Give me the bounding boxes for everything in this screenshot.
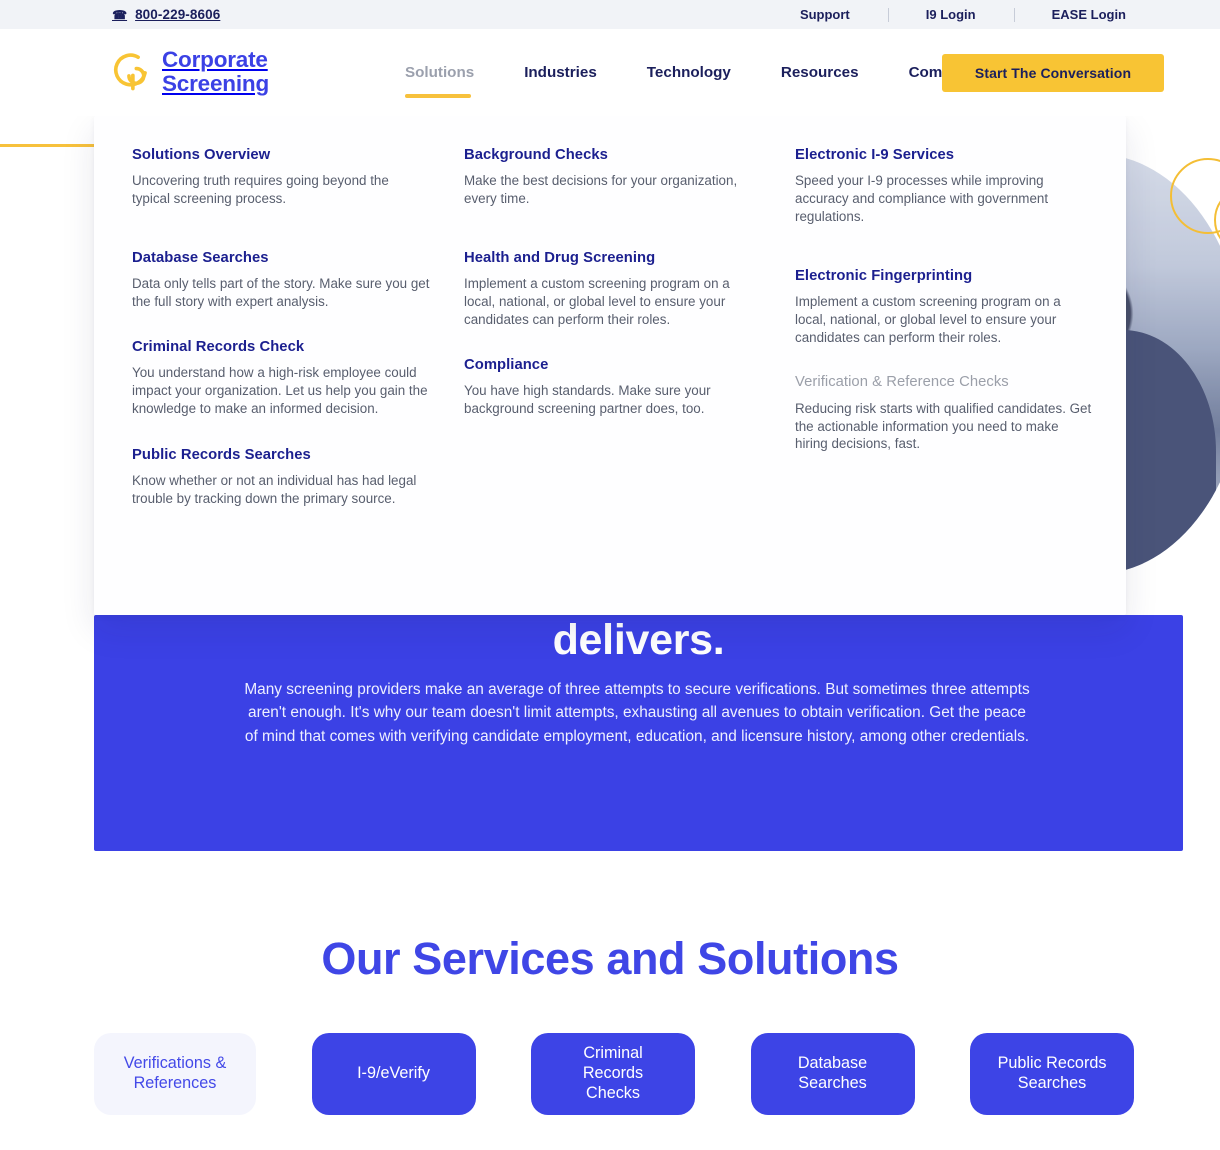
nav-item-solutions[interactable]: Solutions bbox=[380, 29, 499, 116]
mega-item-description: Speed your I-9 processes while improving… bbox=[795, 173, 1049, 224]
services-pill-row: Verifications & References I-9/eVerify C… bbox=[94, 1033, 1134, 1115]
mega-item-title: Electronic Fingerprinting bbox=[795, 267, 973, 284]
mega-item-description: Make the best decisions for your organiz… bbox=[464, 173, 738, 207]
top-utility-links: Support I9 Login EASE Login bbox=[762, 0, 1164, 29]
service-pill-i9-everify[interactable]: I-9/eVerify bbox=[311, 1033, 476, 1115]
mega-menu-grid: Solutions Overview Uncovering truth requ… bbox=[132, 146, 1091, 535]
service-pill-database-searches[interactable]: Database Searches bbox=[750, 1033, 915, 1115]
phone-number: 800-229-8606 bbox=[135, 7, 221, 22]
blue-band-paragraph: Many screening providers make an average… bbox=[244, 681, 1030, 745]
logo-line-2: Screening bbox=[162, 71, 269, 97]
mega-item-description: Implement a custom screening program on … bbox=[795, 293, 1061, 345]
site-header: Corporate Screening Solutions Industries… bbox=[0, 29, 1220, 116]
top-utility-bar: ☎ 800-229-8606 Support I9 Login EASE Log… bbox=[0, 0, 1220, 29]
topbar-link-i9-login[interactable]: I9 Login bbox=[888, 7, 1014, 22]
topbar-link-ease-login[interactable]: EASE Login bbox=[1014, 7, 1164, 22]
corporate-screening-logo-icon bbox=[113, 53, 147, 91]
service-pill-verifications-references[interactable]: Verifications & References bbox=[94, 1033, 256, 1115]
blue-callout-band: delivers. Many screening providers make … bbox=[94, 615, 1183, 851]
mega-menu-column-3: Electronic I-9 Services Speed your I-9 p… bbox=[795, 146, 1128, 535]
mega-item-database-searches[interactable]: Database Searches Data only tells part o… bbox=[132, 249, 464, 311]
mega-item-electronic-fingerprinting[interactable]: Electronic Fingerprinting Implement a cu… bbox=[795, 267, 1128, 347]
phone-icon: ☎ bbox=[112, 7, 128, 22]
services-section: Our Services and Solutions Verifications… bbox=[0, 900, 1220, 1150]
mega-item-solutions-overview[interactable]: Solutions Overview Uncovering truth requ… bbox=[132, 146, 464, 208]
services-title: Our Services and Solutions bbox=[321, 933, 899, 984]
blue-band-heading: delivers. bbox=[552, 616, 725, 664]
mega-item-description: You have high standards. Make sure your … bbox=[464, 382, 711, 416]
mega-item-title: Background Checks bbox=[464, 147, 608, 163]
service-pill-public-records-searches[interactable]: Public Records Searches bbox=[970, 1033, 1134, 1115]
main-navigation: Solutions Industries Technology Resource… bbox=[380, 29, 1003, 116]
mega-item-electronic-i9-services[interactable]: Electronic I-9 Services Speed your I-9 p… bbox=[795, 146, 1128, 226]
mega-item-description: Implement a custom screening program on … bbox=[464, 276, 730, 327]
mega-item-title: Database Searches bbox=[132, 249, 269, 266]
topbar-link-support[interactable]: Support bbox=[762, 7, 888, 22]
service-pill-criminal-records-checks[interactable]: Criminal Records Checks bbox=[531, 1033, 695, 1115]
mega-item-title: Compliance bbox=[464, 356, 549, 373]
phone-link[interactable]: ☎ 800-229-8606 bbox=[112, 7, 220, 22]
mega-item-background-checks[interactable]: Background Checks Make the best decision… bbox=[464, 146, 795, 208]
mega-item-title: Public Records Searches bbox=[132, 446, 311, 463]
nav-item-resources[interactable]: Resources bbox=[756, 29, 884, 116]
mega-item-health-and-drug-screening[interactable]: Health and Drug Screening Implement a cu… bbox=[464, 249, 795, 329]
hero-accent-rule bbox=[0, 144, 96, 147]
mega-item-description: Reducing risk starts with qualified cand… bbox=[795, 400, 1092, 452]
solutions-mega-menu: Solutions Overview Uncovering truth requ… bbox=[94, 116, 1126, 615]
mega-item-verification-and-reference-checks[interactable]: Verification & Reference Checks Reducing… bbox=[795, 373, 1128, 453]
mega-item-description: Know whether or not an individual has ha… bbox=[132, 472, 417, 506]
mega-item-public-records-searches[interactable]: Public Records Searches Know whether or … bbox=[132, 446, 464, 508]
nav-item-technology[interactable]: Technology bbox=[622, 29, 756, 116]
mega-item-description: Uncovering truth requires going beyond t… bbox=[132, 173, 389, 207]
mega-item-description: You understand how a high-risk employee … bbox=[132, 365, 428, 416]
mega-item-compliance[interactable]: Compliance You have high standards. Make… bbox=[464, 356, 795, 418]
mega-menu-column-1: Solutions Overview Uncovering truth requ… bbox=[132, 146, 464, 535]
logo-wordmark: Corporate Screening bbox=[162, 47, 269, 97]
mega-item-title: Solutions Overview bbox=[132, 147, 271, 163]
mega-item-title: Verification & Reference Checks bbox=[795, 374, 1009, 391]
mega-item-title: Criminal Records Check bbox=[132, 338, 305, 355]
mega-item-title: Health and Drug Screening bbox=[464, 249, 656, 266]
mega-item-title: Electronic I-9 Services bbox=[795, 147, 955, 163]
start-the-conversation-button[interactable]: Start The Conversation bbox=[942, 54, 1164, 92]
mega-menu-column-2: Background Checks Make the best decision… bbox=[464, 146, 795, 535]
logo-line-1: Corporate bbox=[162, 47, 268, 72]
logo-link[interactable]: Corporate Screening bbox=[112, 47, 269, 97]
page-root: ☎ 800-229-8606 Support I9 Login EASE Log… bbox=[0, 0, 1220, 1150]
mega-item-description: Data only tells part of the story. Make … bbox=[132, 276, 430, 309]
nav-item-industries[interactable]: Industries bbox=[499, 29, 622, 116]
mega-item-criminal-records-check[interactable]: Criminal Records Check You understand ho… bbox=[132, 338, 464, 418]
